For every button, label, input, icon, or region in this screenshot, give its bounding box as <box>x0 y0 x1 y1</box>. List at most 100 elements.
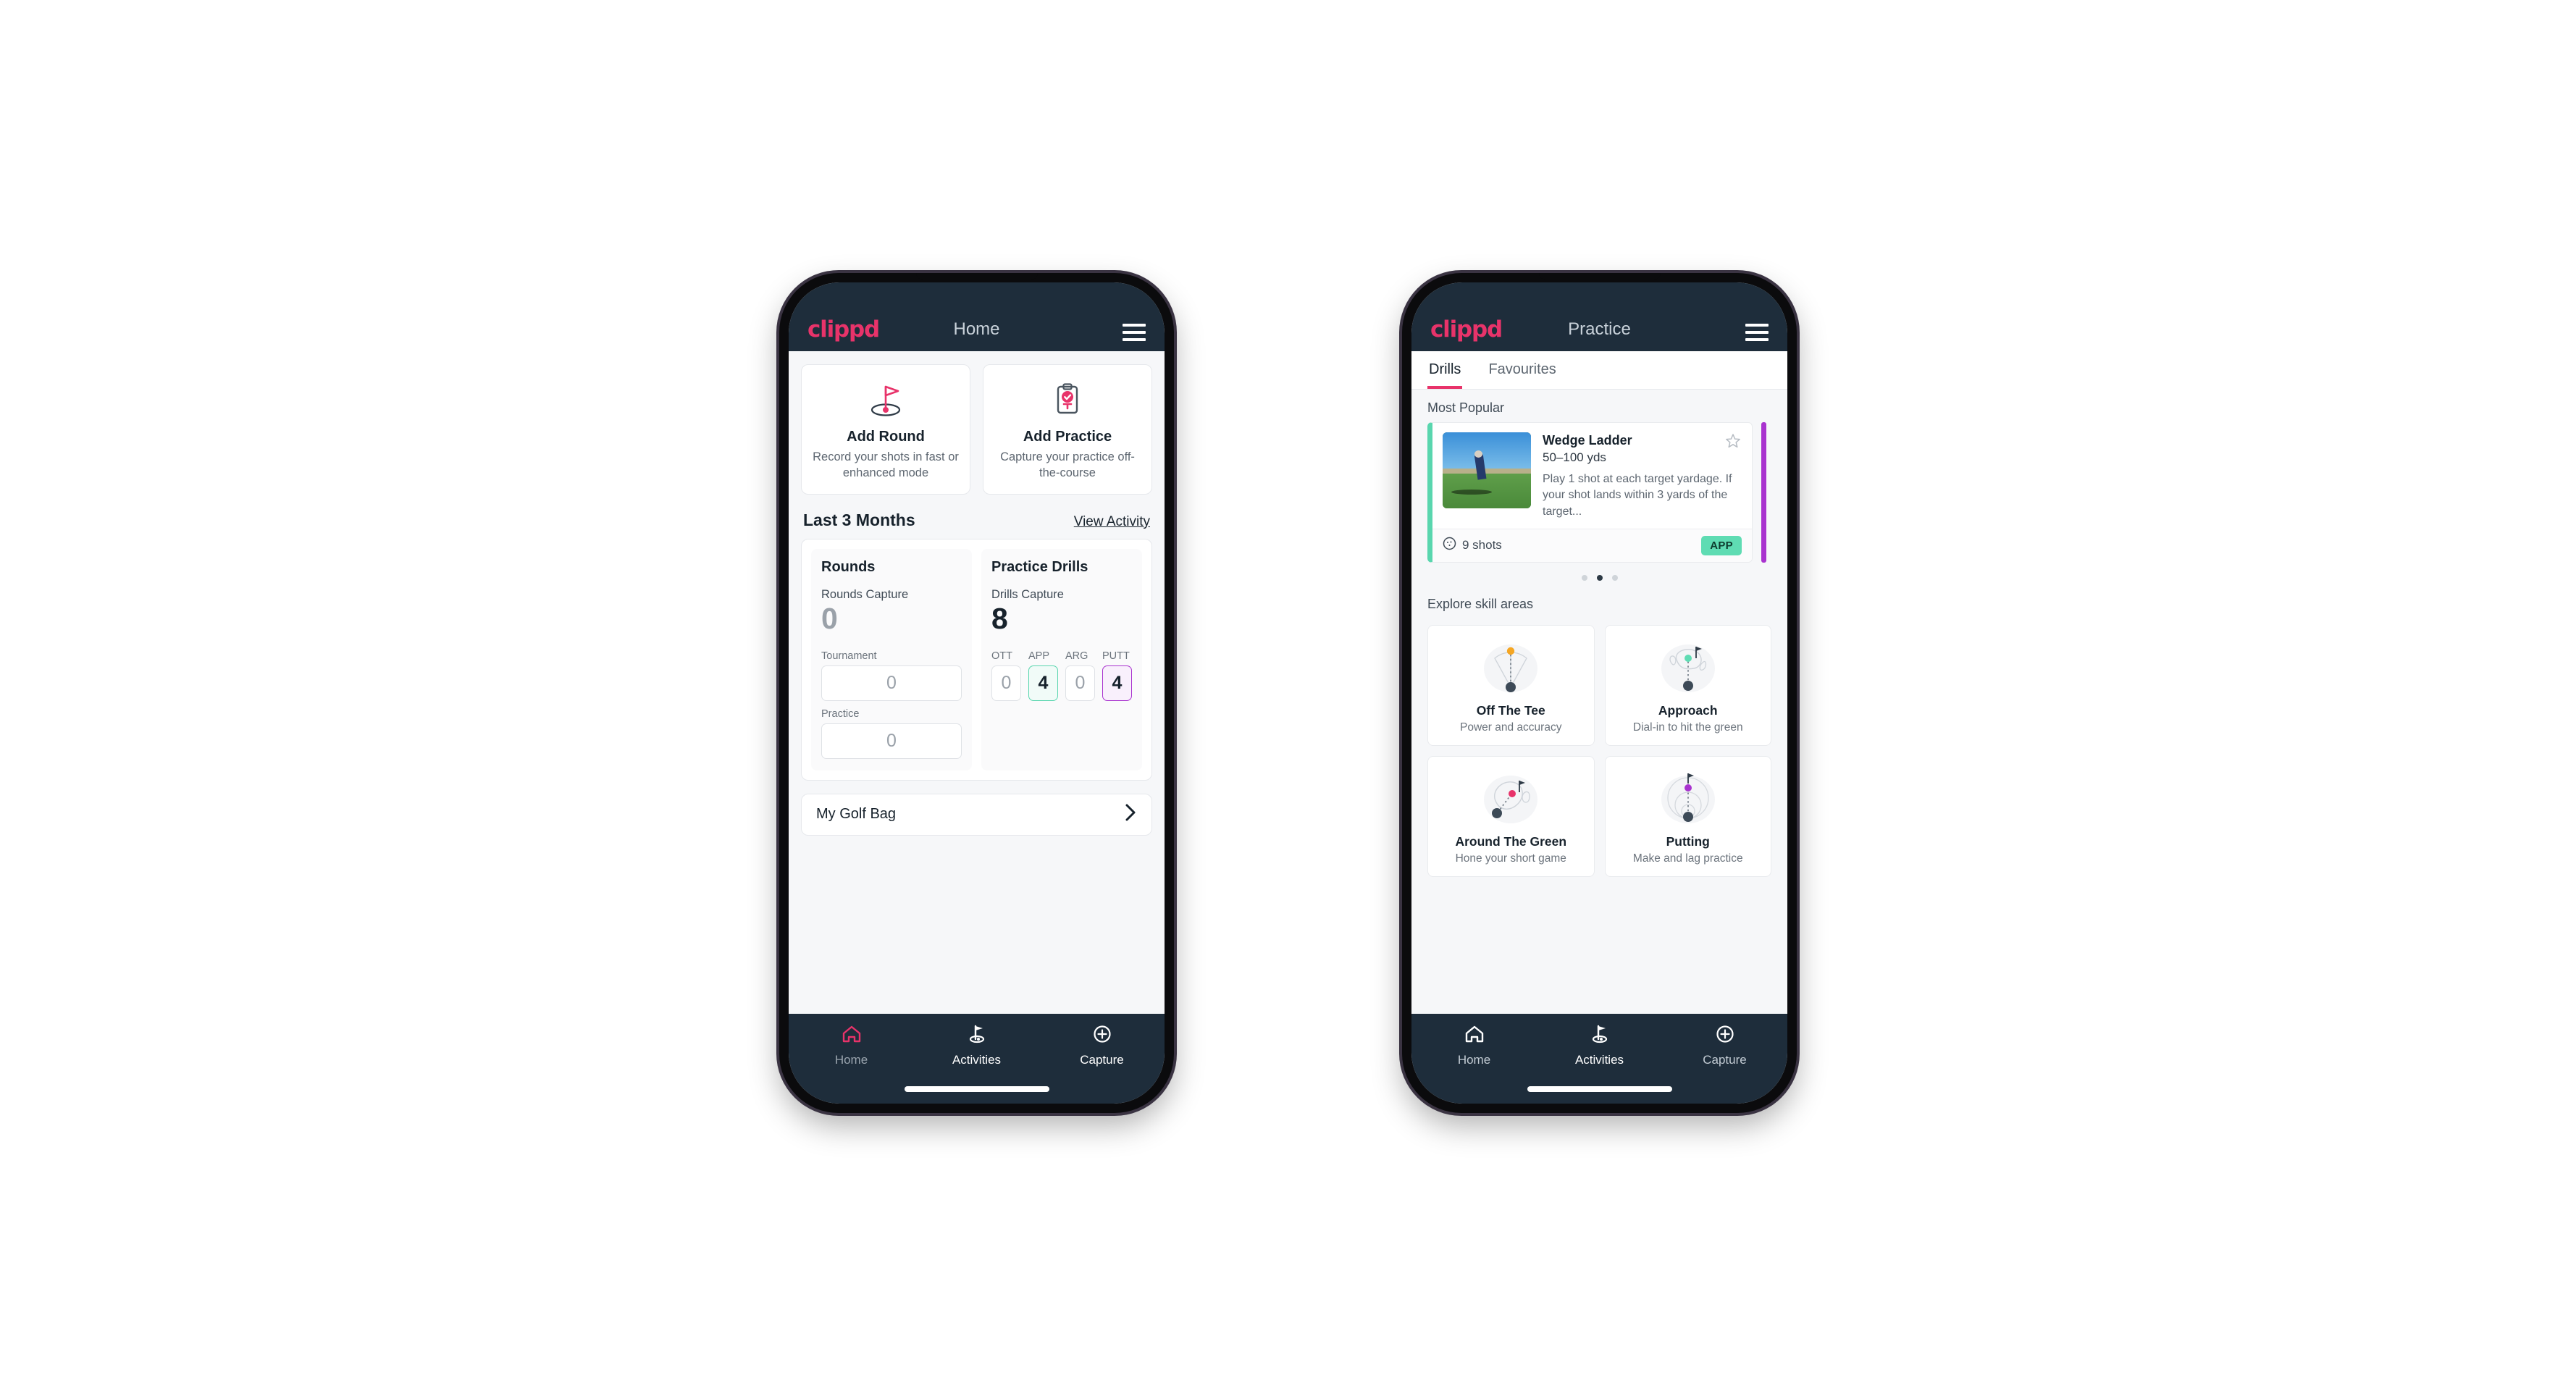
practice-scroll-area: Most Popular Wedge Ladder 50–100 yds Pla… <box>1411 390 1787 1014</box>
drills-metrics: OTT 0 APP 4 ARG 0 PUTT 4 <box>991 650 1132 701</box>
hamburger-icon[interactable] <box>1745 324 1769 341</box>
rounds-capture-label: Rounds Capture <box>821 587 909 601</box>
skill-card-approach[interactable]: Approach Dial-in to hit the green <box>1604 624 1771 746</box>
drill-thumbnail <box>1443 432 1531 508</box>
home-icon <box>1464 1024 1485 1048</box>
last-3-months-header: Last 3 Months View Activity <box>789 495 1165 539</box>
metric-value[interactable]: 0 <box>1065 665 1095 701</box>
metric-app: APP 4 <box>1028 650 1058 701</box>
skill-name: Around The Green <box>1455 833 1567 849</box>
skill-name: Approach <box>1658 702 1718 718</box>
drill-card-footer: 9 shots APP <box>1432 528 1752 562</box>
nav-label: Capture <box>1703 1053 1747 1067</box>
home-scroll-area: Add Round Record your shots in fast or e… <box>789 351 1165 1014</box>
add-round-subtitle: Record your shots in fast or enhanced mo… <box>813 450 959 479</box>
phone-home: clippd Home Add Round Record your shots … <box>779 273 1174 1113</box>
hamburger-icon[interactable] <box>1123 324 1146 341</box>
nav-item-activities[interactable]: Activities <box>1537 1024 1662 1067</box>
bottom-nav-home: Home Activities Capture <box>789 1014 1165 1104</box>
phone-practice: clippd Practice Drills Favourites Most P… <box>1402 273 1797 1113</box>
nav-label: Activities <box>952 1053 1002 1067</box>
metric-practice: Practice 0 <box>821 708 962 759</box>
drills-capture-label: Drills Capture <box>991 587 1064 601</box>
skill-card-putting[interactable]: Putting Make and lag practice <box>1604 755 1771 877</box>
practice-drills-column: Practice Drills Drills Capture 8 OTT 0 A… <box>981 548 1142 770</box>
home-indicator <box>904 1086 1049 1092</box>
drill-category-badge: APP <box>1701 535 1742 555</box>
star-outline-icon[interactable] <box>1724 432 1742 450</box>
app-bar-practice: clippd Practice <box>1411 282 1787 351</box>
screenshot-canvas: clippd Home Add Round Record your shots … <box>0 0 2576 1386</box>
skill-name: Putting <box>1666 833 1710 849</box>
rounds-metrics: Tournament 0 Practice 0 <box>821 650 962 759</box>
tab-favourites[interactable]: Favourites <box>1487 351 1557 389</box>
metric-value[interactable]: 0 <box>821 665 962 701</box>
rounds-heading: Rounds <box>821 558 876 575</box>
nav-item-home[interactable]: Home <box>789 1024 914 1067</box>
metric-value[interactable]: 0 <box>991 665 1021 701</box>
stats-card: Rounds Rounds Capture 0 Tournament 0 Pra… <box>801 538 1152 781</box>
golf-flag-icon <box>966 1024 988 1048</box>
phone-notch <box>1538 273 1661 280</box>
skill-name: Off The Tee <box>1476 702 1545 718</box>
drill-range: 50–100 yds <box>1543 450 1606 464</box>
home-indicator <box>1527 1086 1672 1092</box>
plus-circle-icon <box>1091 1024 1113 1048</box>
skill-desc: Hone your short game <box>1455 852 1566 865</box>
metric-label: APP <box>1028 650 1050 662</box>
skill-areas-grid: Off The Tee Power and accuracy Approach … <box>1411 618 1787 877</box>
tee-fan-icon <box>1434 635 1588 702</box>
rounds-capture-value: 0 <box>821 601 838 635</box>
add-round-title: Add Round <box>847 429 925 445</box>
nav-item-home[interactable]: Home <box>1411 1024 1537 1067</box>
skill-card-around-the-green[interactable]: Around The Green Hone your short game <box>1427 755 1595 877</box>
metric-value[interactable]: 4 <box>1028 665 1058 701</box>
clippd-logo[interactable]: clippd <box>807 319 880 341</box>
practice-drills-heading: Practice Drills <box>991 558 1088 575</box>
drill-carousel[interactable]: Wedge Ladder 50–100 yds Play 1 shot at e… <box>1411 422 1787 581</box>
metric-label: PUTT <box>1102 650 1130 662</box>
chip-green-icon <box>1434 766 1588 833</box>
next-card-peek[interactable] <box>1761 422 1766 563</box>
drill-title: Wedge Ladder <box>1543 433 1632 448</box>
carousel-dot[interactable] <box>1581 574 1587 581</box>
drill-info: Wedge Ladder 50–100 yds Play 1 shot at e… <box>1543 432 1742 521</box>
metric-value[interactable]: 4 <box>1102 665 1132 701</box>
metric-value[interactable]: 0 <box>821 723 962 759</box>
skill-card-off-the-tee[interactable]: Off The Tee Power and accuracy <box>1427 624 1595 746</box>
home-icon <box>841 1024 863 1048</box>
carousel-dot-active[interactable] <box>1596 574 1603 581</box>
clippd-logo[interactable]: clippd <box>1430 319 1503 341</box>
nav-label: Capture <box>1080 1053 1124 1067</box>
metric-putt: PUTT 4 <box>1102 650 1132 701</box>
metric-label: Tournament <box>821 650 877 662</box>
drill-shots-label: 9 shots <box>1462 538 1502 553</box>
nav-label: Activities <box>1574 1053 1624 1067</box>
skill-desc: Make and lag practice <box>1632 852 1743 865</box>
section-title: Last 3 Months <box>803 510 915 529</box>
drill-card-wedge-ladder[interactable]: Wedge Ladder 50–100 yds Play 1 shot at e… <box>1427 422 1753 563</box>
green-target-icon <box>1611 635 1766 702</box>
add-practice-subtitle: Capture your practice off-the-course <box>1000 450 1135 479</box>
nav-item-capture[interactable]: Capture <box>1039 1024 1165 1067</box>
my-golf-bag-row[interactable]: My Golf Bag <box>801 793 1152 836</box>
putt-rings-icon <box>1611 766 1766 833</box>
nav-label: Home <box>834 1053 868 1067</box>
metric-arg: ARG 0 <box>1065 650 1095 701</box>
skill-desc: Power and accuracy <box>1460 721 1562 734</box>
drill-description: Play 1 shot at each target yardage. If y… <box>1543 472 1732 518</box>
add-round-card[interactable]: Add Round Record your shots in fast or e… <box>801 364 970 495</box>
tab-drills[interactable]: Drills <box>1427 351 1463 389</box>
clipboard-check-icon <box>991 379 1144 421</box>
plus-circle-icon <box>1714 1024 1736 1048</box>
nav-item-activities[interactable]: Activities <box>914 1024 1039 1067</box>
view-activity-link[interactable]: View Activity <box>1074 514 1150 530</box>
add-practice-title: Add Practice <box>1023 429 1112 445</box>
carousel-dot[interactable] <box>1611 574 1618 581</box>
nav-item-capture[interactable]: Capture <box>1662 1024 1787 1067</box>
metric-tournament: Tournament 0 <box>821 650 962 701</box>
golf-flag-hole-icon <box>809 379 962 421</box>
bottom-nav-practice: Home Activities Capture <box>1411 1014 1787 1104</box>
golf-flag-icon <box>1589 1024 1611 1048</box>
add-practice-card[interactable]: Add Practice Capture your practice off-t… <box>983 364 1152 495</box>
